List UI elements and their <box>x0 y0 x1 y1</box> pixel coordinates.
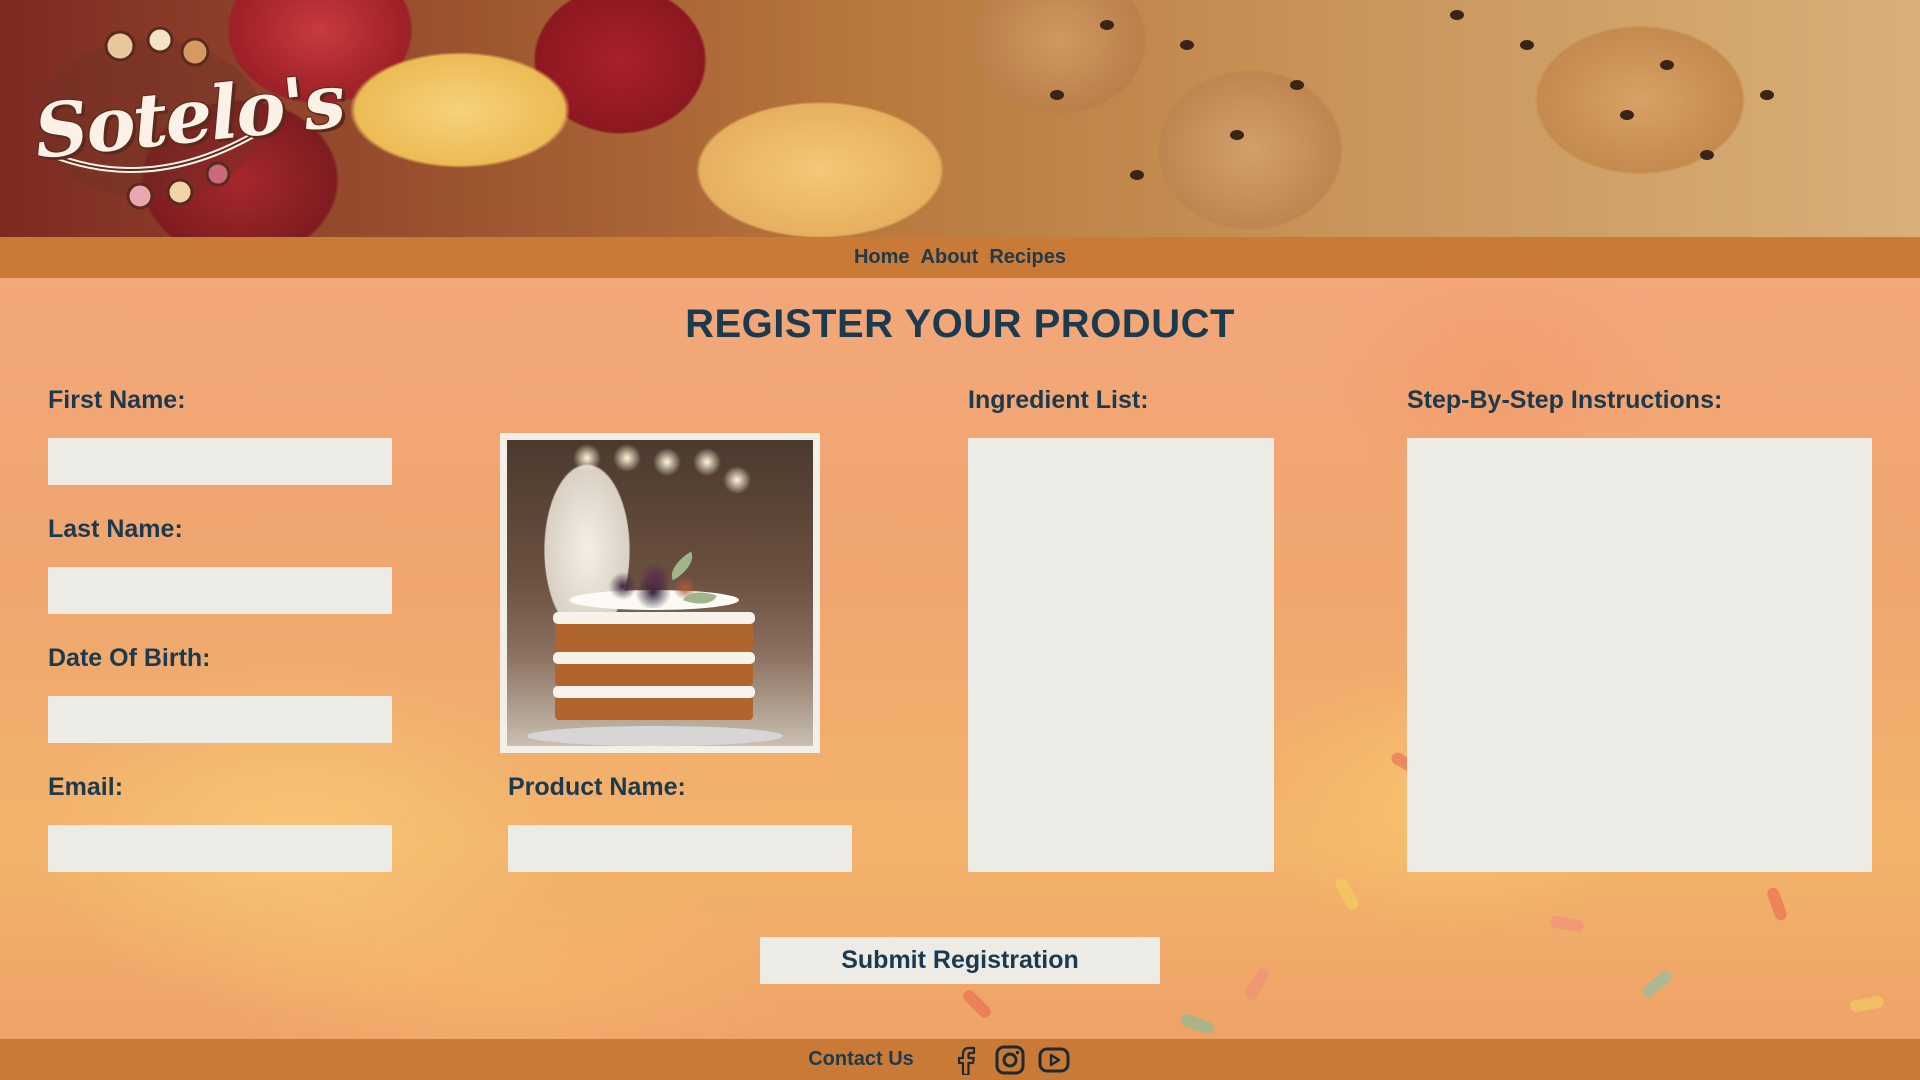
product-name-input[interactable] <box>508 825 852 872</box>
sprinkle-decoration <box>960 987 994 1021</box>
cookie-chip <box>1520 40 1534 50</box>
youtube-icon <box>1038 1047 1070 1072</box>
cookie-chip <box>1700 150 1714 160</box>
cake-image <box>507 440 813 746</box>
brand-logo[interactable]: Sotelo's <box>30 24 348 214</box>
cookie-chip <box>1620 110 1634 120</box>
email-input[interactable] <box>48 825 392 872</box>
first-name-label: First Name: <box>48 386 186 414</box>
sprinkle-decoration <box>1849 995 1885 1013</box>
last-name-label: Last Name: <box>48 515 183 543</box>
instagram-link[interactable] <box>994 1044 1026 1076</box>
cookie-chip <box>1290 80 1304 90</box>
contact-us-link[interactable]: Contact Us <box>808 1048 914 1071</box>
cookie-chip <box>1230 130 1244 140</box>
cookie-chip <box>1130 170 1144 180</box>
email-label: Email: <box>48 773 124 801</box>
cake-cream <box>553 652 755 664</box>
sprinkle-decoration <box>1178 1012 1216 1036</box>
sprinkle-decoration <box>1333 876 1361 912</box>
submit-registration-button[interactable]: Submit Registration <box>760 937 1160 984</box>
footer: Contact Us <box>0 1039 1920 1080</box>
cake-plate <box>527 726 783 746</box>
nav-about-link[interactable]: About <box>921 246 979 269</box>
cookie-chip <box>1760 90 1774 100</box>
nav-home-link[interactable]: Home <box>854 246 910 269</box>
instagram-icon <box>995 1045 1025 1074</box>
date-of-birth-label: Date Of Birth: <box>48 644 211 672</box>
sprinkle-decoration <box>1243 966 1271 1002</box>
instructions-label: Step-By-Step Instructions: <box>1407 386 1723 414</box>
footer-links: Contact Us <box>808 1044 1082 1076</box>
registration-section: REGISTER YOUR PRODUCT First Name: Last N… <box>0 278 1920 1039</box>
last-name-input[interactable] <box>48 567 392 614</box>
main-nav: Home About Recipes <box>0 237 1920 278</box>
facebook-link[interactable] <box>950 1044 982 1076</box>
sprinkle-decoration <box>1640 968 1674 1000</box>
facebook-icon <box>957 1046 975 1075</box>
page-title: REGISTER YOUR PRODUCT <box>685 302 1235 346</box>
cookie-chip <box>1450 10 1464 20</box>
cookie-chip <box>1660 60 1674 70</box>
ingredient-list-textarea[interactable] <box>968 438 1274 872</box>
ingredient-list-label: Ingredient List: <box>968 386 1149 414</box>
cookie-chip <box>1050 90 1064 100</box>
cookie-chip <box>1100 20 1114 30</box>
youtube-link[interactable] <box>1038 1044 1070 1076</box>
cake-cream <box>553 686 755 698</box>
product-photo <box>500 433 820 753</box>
instructions-textarea[interactable] <box>1407 438 1872 872</box>
cake-cream <box>553 612 755 624</box>
date-of-birth-input[interactable] <box>48 696 392 743</box>
cake-layer <box>555 620 753 652</box>
product-name-label: Product Name: <box>508 773 686 801</box>
header-banner: Sotelo's <box>0 0 1920 237</box>
sprinkle-decoration <box>1765 885 1789 923</box>
first-name-input[interactable] <box>48 438 392 485</box>
cookie-chip <box>1180 40 1194 50</box>
nav-recipes-link[interactable]: Recipes <box>989 246 1066 269</box>
sprinkle-decoration <box>1549 915 1585 933</box>
